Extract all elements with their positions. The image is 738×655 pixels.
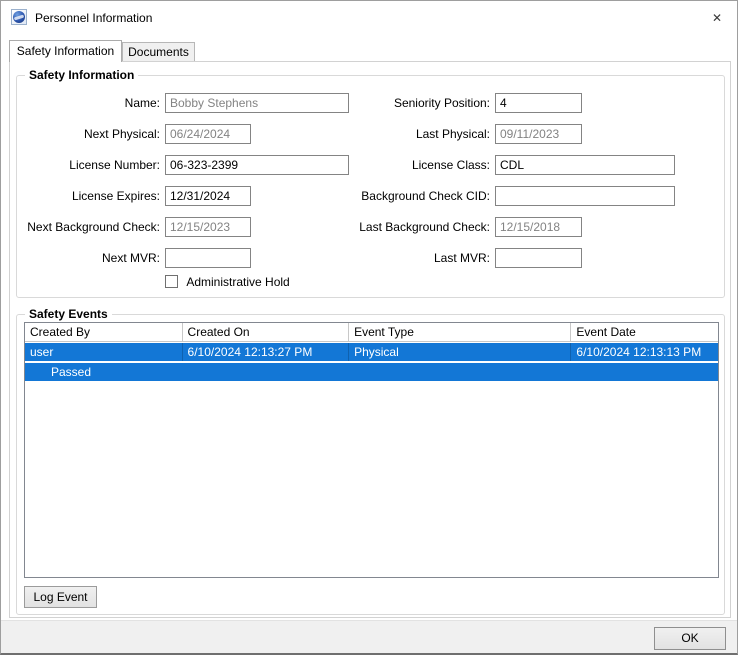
administrative-hold-label: Administrative Hold [186,274,290,289]
column-header-created-by[interactable]: Created By [25,323,183,341]
column-header-event-type[interactable]: Event Type [349,323,572,341]
name-label: Name: [124,96,160,110]
log-event-button[interactable]: Log Event [24,586,97,608]
next-mvr-label: Next MVR: [101,251,160,265]
last-mvr-input[interactable] [495,248,582,268]
tab-safety-information[interactable]: Safety Information [9,40,122,62]
table-row-detail-passed[interactable]: Passed [25,363,718,381]
last-background-check-label: Last Background Check: [359,220,490,234]
license-class-input[interactable] [495,155,675,175]
background-check-cid-label: Background Check CID: [361,189,490,203]
seniority-position-input[interactable] [495,93,582,113]
column-header-event-date[interactable]: Event Date [571,323,718,341]
title-bar: Personnel Information ✕ [1,1,737,33]
last-physical-label: Last Physical: [415,127,490,141]
window-title: Personnel Information [35,11,153,25]
table-row-selected[interactable]: user 6/10/2024 12:13:27 PM Physical 6/10… [25,343,718,361]
safety-events-group-legend: Safety Events [25,307,112,321]
safety-events-table: Created By Created On Event Type Event D… [24,322,719,578]
next-physical-input [165,124,251,144]
last-physical-input [495,124,582,144]
next-background-check-label: Next Background Check: [27,220,160,234]
next-mvr-input[interactable] [165,248,251,268]
license-expires-label: License Expires: [71,189,160,203]
next-background-check-input [165,217,251,237]
footer-bar: OK [1,620,737,653]
background-check-cid-input[interactable] [495,186,675,206]
table-header-row: Created By Created On Event Type Event D… [25,323,718,342]
cell-event-type: Physical [349,343,572,361]
column-header-created-on[interactable]: Created On [182,323,350,341]
cell-event-date: 6/10/2024 12:13:13 PM [576,345,702,359]
personnel-information-window: Personnel Information ✕ Safety Informati… [0,0,738,655]
tab-documents[interactable]: Documents [122,42,195,61]
license-class-label: License Class: [411,158,490,172]
safety-information-tab-panel: Safety Information Name: Next Physical: … [9,61,731,618]
close-icon[interactable]: ✕ [707,8,727,28]
ok-button[interactable]: OK [654,627,726,650]
table-body-empty [25,381,718,577]
safety-information-group-legend: Safety Information [25,68,139,82]
administrative-hold-checkbox[interactable] [165,275,178,289]
cell-created-by: user [25,343,183,361]
globe-icon [13,11,25,23]
next-physical-label: Next Physical: [83,127,160,141]
license-number-label: License Number: [69,158,160,172]
last-background-check-input [495,217,582,237]
cell-created-on: 6/10/2024 12:13:27 PM [183,343,350,361]
app-icon [11,9,27,25]
last-mvr-label: Last MVR: [433,251,490,265]
seniority-position-label: Seniority Position: [393,96,490,110]
administrative-hold-row: Administrative Hold [165,274,290,289]
license-expires-input[interactable] [165,186,251,206]
